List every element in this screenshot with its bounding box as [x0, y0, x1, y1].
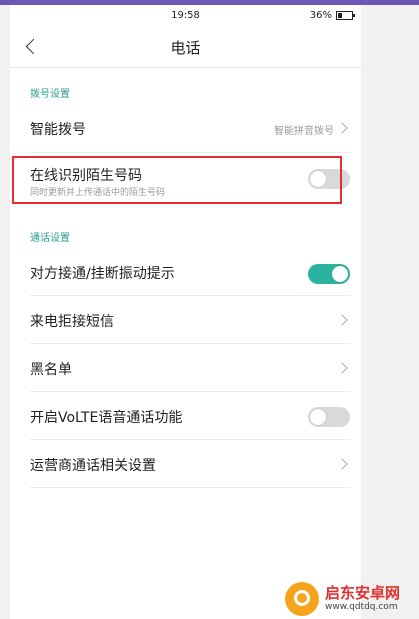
- reject-sms-label: 来电拒接短信: [30, 314, 114, 330]
- page-title: 电话: [170, 39, 201, 57]
- volte-toggle[interactable]: [308, 407, 350, 427]
- section-header-dial: 拨号设置: [30, 89, 70, 100]
- blacklist-row[interactable]: 黑名单: [30, 344, 350, 392]
- toggle-knob: [310, 409, 326, 425]
- smart-dial-value: 智能拼音拨号: [274, 126, 334, 137]
- battery-icon: [336, 11, 355, 20]
- toggle-knob: [332, 266, 348, 282]
- watermark-url: www.qdtdq.com: [325, 601, 398, 612]
- battery-percent: 36%: [309, 10, 332, 21]
- section-header-call: 通话设置: [30, 233, 70, 244]
- watermark: 启东安卓网 www.qdtdq.com: [285, 578, 419, 619]
- watermark-logo-icon: [285, 581, 319, 616]
- carrier-settings-label: 运营商通话相关设置: [30, 458, 156, 474]
- chevron-right-icon: [336, 362, 348, 374]
- status-bar: 19:58 36%: [10, 5, 361, 27]
- watermark-text: 启东安卓网 www.qdtdq.com: [325, 585, 400, 613]
- online-identify-row[interactable]: 在线识别陌生号码 同时更新并上传通话中的陌生号码: [30, 153, 350, 205]
- online-identify-subtitle: 同时更新并上传通话中的陌生号码: [30, 188, 166, 198]
- vibrate-on-connect-toggle[interactable]: [308, 264, 350, 284]
- chevron-right-icon: [336, 314, 348, 326]
- blacklist-label: 黑名单: [30, 362, 72, 378]
- chevron-right-icon: [336, 458, 348, 470]
- reject-sms-row[interactable]: 来电拒接短信: [30, 296, 350, 344]
- vibrate-on-connect-row[interactable]: 对方接通/挂断振动提示: [30, 248, 350, 296]
- smart-dial-label: 智能拨号: [30, 122, 86, 138]
- phone-screen: 19:58 36% 电话 拨号设置 智能拨号 智能拼音拨号 在线识别陌生号码 同…: [10, 5, 361, 619]
- carrier-settings-row[interactable]: 运营商通话相关设置: [30, 440, 350, 488]
- chevron-right-icon: [336, 122, 348, 134]
- vibrate-on-connect-label: 对方接通/挂断振动提示: [30, 266, 175, 282]
- volte-row[interactable]: 开启VoLTE语音通话功能: [30, 392, 350, 440]
- watermark-name: 启东安卓网: [325, 583, 401, 602]
- smart-dial-row[interactable]: 智能拨号 智能拼音拨号: [30, 104, 350, 153]
- online-identify-toggle[interactable]: [308, 169, 350, 189]
- top-nav-bar: 电话: [10, 27, 361, 68]
- online-identify-label: 在线识别陌生号码: [30, 168, 142, 184]
- battery-indicator: 36%: [309, 10, 355, 21]
- toggle-knob: [310, 171, 326, 187]
- status-time: 19:58: [171, 10, 200, 21]
- volte-label: 开启VoLTE语音通话功能: [30, 410, 183, 426]
